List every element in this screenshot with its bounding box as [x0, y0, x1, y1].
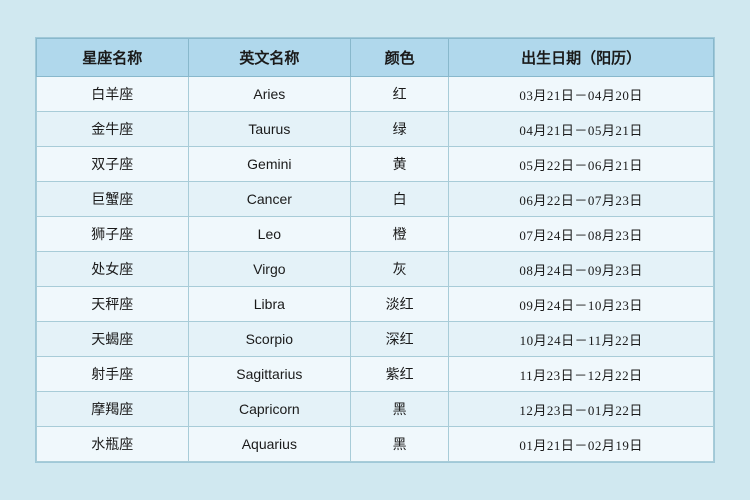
- cell-english-name: Libra: [188, 287, 351, 322]
- cell-dates: 11月23日－12月22日: [449, 357, 714, 392]
- cell-chinese-name: 射手座: [37, 357, 189, 392]
- cell-chinese-name: 水瓶座: [37, 427, 189, 462]
- cell-color: 黑: [351, 427, 449, 462]
- cell-dates: 01月21日－02月19日: [449, 427, 714, 462]
- cell-english-name: Cancer: [188, 182, 351, 217]
- table-row: 金牛座Taurus绿04月21日－05月21日: [37, 112, 714, 147]
- cell-english-name: Virgo: [188, 252, 351, 287]
- cell-dates: 03月21日－04月20日: [449, 77, 714, 112]
- table-row: 狮子座Leo橙07月24日－08月23日: [37, 217, 714, 252]
- table-row: 摩羯座Capricorn黑12月23日－01月22日: [37, 392, 714, 427]
- cell-chinese-name: 白羊座: [37, 77, 189, 112]
- cell-dates: 06月22日－07月23日: [449, 182, 714, 217]
- cell-english-name: Taurus: [188, 112, 351, 147]
- zodiac-table-container: 星座名称 英文名称 颜色 出生日期（阳历） 白羊座Aries红03月21日－04…: [35, 37, 715, 463]
- cell-dates: 12月23日－01月22日: [449, 392, 714, 427]
- table-row: 处女座Virgo灰08月24日－09月23日: [37, 252, 714, 287]
- header-color: 颜色: [351, 39, 449, 77]
- cell-english-name: Leo: [188, 217, 351, 252]
- table-body: 白羊座Aries红03月21日－04月20日金牛座Taurus绿04月21日－0…: [37, 77, 714, 462]
- cell-chinese-name: 摩羯座: [37, 392, 189, 427]
- cell-chinese-name: 狮子座: [37, 217, 189, 252]
- cell-chinese-name: 金牛座: [37, 112, 189, 147]
- cell-dates: 04月21日－05月21日: [449, 112, 714, 147]
- zodiac-table: 星座名称 英文名称 颜色 出生日期（阳历） 白羊座Aries红03月21日－04…: [36, 38, 714, 462]
- cell-color: 深红: [351, 322, 449, 357]
- cell-english-name: Capricorn: [188, 392, 351, 427]
- table-row: 天秤座Libra淡红09月24日－10月23日: [37, 287, 714, 322]
- cell-color: 橙: [351, 217, 449, 252]
- header-english-name: 英文名称: [188, 39, 351, 77]
- header-birth-date: 出生日期（阳历）: [449, 39, 714, 77]
- cell-color: 灰: [351, 252, 449, 287]
- cell-dates: 09月24日－10月23日: [449, 287, 714, 322]
- cell-dates: 07月24日－08月23日: [449, 217, 714, 252]
- cell-color: 紫红: [351, 357, 449, 392]
- cell-chinese-name: 天秤座: [37, 287, 189, 322]
- cell-color: 白: [351, 182, 449, 217]
- cell-english-name: Gemini: [188, 147, 351, 182]
- cell-dates: 05月22日－06月21日: [449, 147, 714, 182]
- table-row: 射手座Sagittarius紫红11月23日－12月22日: [37, 357, 714, 392]
- cell-chinese-name: 巨蟹座: [37, 182, 189, 217]
- table-row: 天蝎座Scorpio深红10月24日－11月22日: [37, 322, 714, 357]
- header-chinese-name: 星座名称: [37, 39, 189, 77]
- cell-english-name: Sagittarius: [188, 357, 351, 392]
- cell-chinese-name: 双子座: [37, 147, 189, 182]
- cell-dates: 10月24日－11月22日: [449, 322, 714, 357]
- cell-english-name: Aries: [188, 77, 351, 112]
- cell-color: 黑: [351, 392, 449, 427]
- cell-color: 淡红: [351, 287, 449, 322]
- cell-chinese-name: 天蝎座: [37, 322, 189, 357]
- cell-color: 红: [351, 77, 449, 112]
- cell-dates: 08月24日－09月23日: [449, 252, 714, 287]
- cell-color: 绿: [351, 112, 449, 147]
- table-row: 双子座Gemini黄05月22日－06月21日: [37, 147, 714, 182]
- table-header-row: 星座名称 英文名称 颜色 出生日期（阳历）: [37, 39, 714, 77]
- table-row: 白羊座Aries红03月21日－04月20日: [37, 77, 714, 112]
- cell-english-name: Scorpio: [188, 322, 351, 357]
- cell-english-name: Aquarius: [188, 427, 351, 462]
- cell-chinese-name: 处女座: [37, 252, 189, 287]
- table-row: 巨蟹座Cancer白06月22日－07月23日: [37, 182, 714, 217]
- table-row: 水瓶座Aquarius黑01月21日－02月19日: [37, 427, 714, 462]
- cell-color: 黄: [351, 147, 449, 182]
